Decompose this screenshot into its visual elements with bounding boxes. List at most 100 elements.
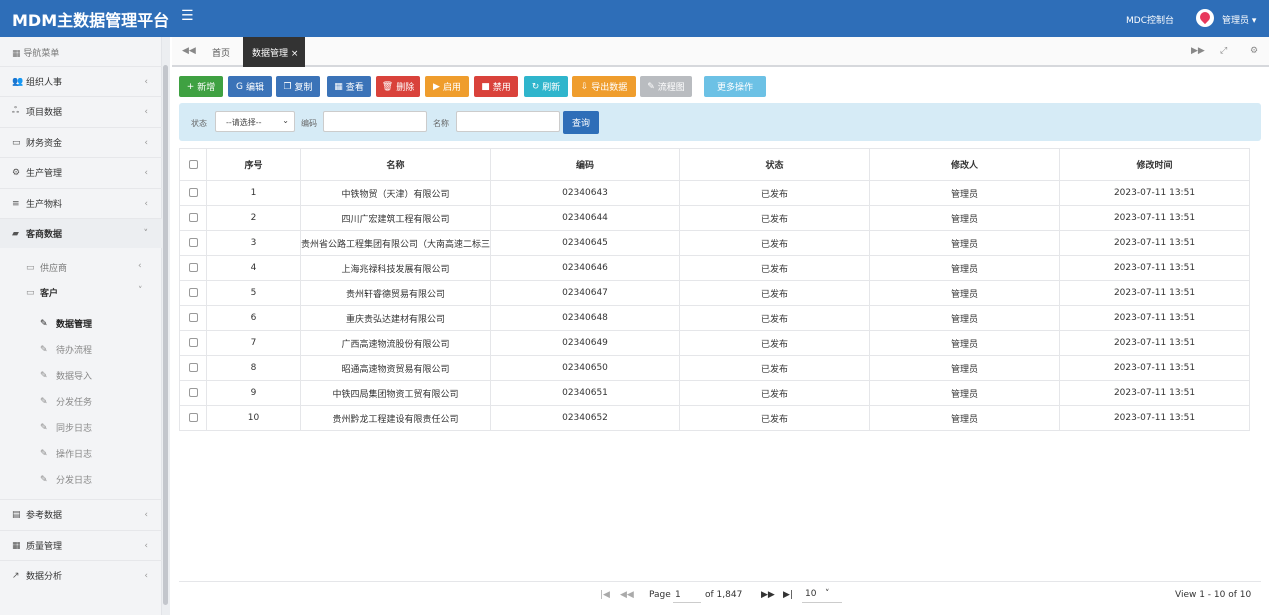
- row-checkbox[interactable]: [179, 330, 207, 356]
- table-row[interactable]: 2 四川广宏建筑工程有限公司 02340644 已发布 管理员 2023-07-11 13…: [179, 205, 1250, 231]
- sidebar-scrollbar[interactable]: [162, 37, 170, 615]
- copy-button[interactable]: ❐ 复制: [276, 76, 320, 97]
- sidebar-leaf-data-import[interactable]: ✎ 数据导入: [40, 369, 92, 383]
- refresh-button[interactable]: ↻ 刷新: [524, 76, 568, 97]
- status-select[interactable]: --请选择-- ⌄: [215, 111, 295, 132]
- table-cell: 管理员: [869, 255, 1060, 281]
- settings-icon[interactable]: ⚙: [1250, 46, 1258, 56]
- sidebar-item-merchant-data[interactable]: ▰ 客商数据 ˅: [0, 218, 162, 248]
- table-cell: 02340643: [490, 180, 680, 206]
- sidebar-leaf-data-management[interactable]: ✎ 数据管理: [40, 317, 92, 331]
- row-checkbox[interactable]: [179, 305, 207, 331]
- sidebar-leaf-dispatch-task[interactable]: ✎ 分发任务: [40, 395, 92, 409]
- column-header[interactable]: 名称: [300, 148, 491, 181]
- name-label: 名称: [433, 119, 449, 128]
- table-row[interactable]: 6 重庆贵弘达建材有限公司 02340648 已发布 管理员 2023-07-11 13:…: [179, 305, 1250, 331]
- checkbox-icon[interactable]: [188, 288, 198, 297]
- table-row[interactable]: 9 中铁四局集团物资工贸有限公司 02340651 已发布 管理员 2023-07-11 …: [179, 380, 1250, 406]
- pagination-bar: |◀ ◀◀ Page of 1,847 ▶▶ ▶| 10 ˅ View 1 - …: [179, 581, 1261, 607]
- checkbox-icon[interactable]: [188, 388, 198, 397]
- query-button[interactable]: 查询: [563, 111, 599, 134]
- row-checkbox[interactable]: [179, 280, 207, 306]
- checkbox-icon[interactable]: [188, 213, 198, 222]
- sidebar-leaf-pending-flow[interactable]: ✎ 待办流程: [40, 343, 92, 357]
- prev-page-icon[interactable]: ◀◀: [620, 590, 634, 600]
- sidebar-item-production-mgmt[interactable]: ⚙ 生产管理 ‹: [0, 157, 162, 187]
- user-avatar-icon[interactable]: [1196, 9, 1214, 27]
- tab-data-management[interactable]: 数据管理 ×: [243, 37, 305, 67]
- menu-toggle-icon[interactable]: ☰: [181, 8, 194, 24]
- column-header[interactable]: 序号: [206, 148, 301, 181]
- flowchart-button[interactable]: ✎ 流程图: [640, 76, 692, 97]
- checkbox-icon[interactable]: [188, 238, 198, 247]
- row-checkbox[interactable]: [179, 180, 207, 206]
- checkbox-icon[interactable]: [188, 159, 198, 169]
- edit-icon: ✎: [40, 370, 48, 381]
- tab-next-icon[interactable]: ▶▶: [1191, 46, 1205, 56]
- more-actions-button[interactable]: 更多操作: [704, 76, 766, 97]
- tab-prev-icon[interactable]: ◀◀: [182, 46, 196, 56]
- column-header[interactable]: 修改时间: [1059, 148, 1250, 181]
- next-page-icon[interactable]: ▶▶: [761, 590, 775, 600]
- column-header[interactable]: 状态: [679, 148, 870, 181]
- table-row[interactable]: 7 广西高速物流股份有限公司 02340649 已发布 管理员 2023-07-11 13…: [179, 330, 1250, 356]
- select-all-checkbox[interactable]: [179, 148, 207, 181]
- view-button[interactable]: ▦ 查看: [327, 76, 371, 97]
- row-checkbox[interactable]: [179, 255, 207, 281]
- sidebar-subitem-customer[interactable]: ▭ 客户: [26, 286, 58, 300]
- sidebar-item-quality[interactable]: ▦ 质量管理 ‹: [0, 530, 162, 560]
- table-row[interactable]: 4 上海兆禄科技发展有限公司 02340646 已发布 管理员 2023-07-11 13…: [179, 255, 1250, 281]
- row-checkbox[interactable]: [179, 355, 207, 381]
- name-input[interactable]: [456, 111, 560, 132]
- delete-button[interactable]: 🗑 删除: [376, 76, 420, 97]
- nav-menu-title: ▦ 导航菜单: [12, 49, 60, 59]
- table-row[interactable]: 3 贵州省公路工程集团有限公司（大南高速二标三 02340645 已发布 管理员 2023…: [179, 230, 1250, 256]
- edit-button[interactable]: G 编辑: [228, 76, 272, 97]
- sidebar-leaf-sync-log[interactable]: ✎ 同步日志: [40, 421, 92, 435]
- code-input[interactable]: [323, 111, 427, 132]
- row-checkbox[interactable]: [179, 380, 207, 406]
- row-checkbox[interactable]: [179, 405, 207, 431]
- chevron-left-icon: ‹: [144, 509, 148, 520]
- table-cell: 9: [206, 380, 301, 406]
- tab-home[interactable]: 首页: [212, 46, 230, 59]
- fullscreen-icon[interactable]: ⤢: [1220, 46, 1227, 56]
- last-page-icon[interactable]: ▶|: [783, 590, 793, 600]
- sidebar-item-production-material[interactable]: ≡ 生产物料 ‹: [0, 188, 162, 218]
- column-header[interactable]: 编码: [490, 148, 680, 181]
- table-cell: 1: [206, 180, 301, 206]
- sidebar-leaf-dispatch-log[interactable]: ✎ 分发日志: [40, 473, 92, 487]
- enable-button[interactable]: ▶ 启用: [425, 76, 469, 97]
- page-number-input[interactable]: [673, 587, 701, 603]
- table-row[interactable]: 5 贵州轩睿德贸易有限公司 02340647 已发布 管理员 2023-07-11 13:…: [179, 280, 1250, 306]
- export-data-button[interactable]: ⇩ 导出数据: [572, 76, 636, 97]
- sidebar-item-reference-data[interactable]: ▤ 参考数据 ‹: [0, 499, 162, 529]
- add-button[interactable]: + 新增: [179, 76, 223, 97]
- disable-button[interactable]: ■ 禁用: [474, 76, 518, 97]
- sidebar-item-analytics[interactable]: ↗ 数据分析 ‹: [0, 560, 162, 590]
- scrollbar-thumb[interactable]: [163, 65, 168, 605]
- sidebar-item-org-hr[interactable]: 👥 组织人事 ‹: [0, 66, 162, 96]
- sidebar-subitem-supplier[interactable]: ▭ 供应商: [26, 261, 67, 275]
- sidebar-item-project-data[interactable]: ஃ 项目数据 ‹: [0, 96, 162, 126]
- checkbox-icon[interactable]: [188, 363, 198, 372]
- download-icon: ⇩: [580, 81, 589, 92]
- table-row[interactable]: 1 中铁物贸（天津）有限公司 02340643 已发布 管理员 2023-07-11 13…: [179, 180, 1250, 206]
- checkbox-icon[interactable]: [188, 263, 198, 272]
- checkbox-icon[interactable]: [188, 338, 198, 347]
- checkbox-icon[interactable]: [188, 313, 198, 322]
- row-checkbox[interactable]: [179, 230, 207, 256]
- user-menu[interactable]: 管理员 ▾: [1222, 13, 1256, 26]
- sidebar-item-finance[interactable]: ▭ 财务资金 ‹: [0, 127, 162, 157]
- page-size-select[interactable]: 10 ˅: [802, 587, 842, 603]
- column-header[interactable]: 修改人: [869, 148, 1060, 181]
- checkbox-icon[interactable]: [188, 413, 198, 422]
- table-row[interactable]: 8 昭通高速物资贸易有限公司 02340650 已发布 管理员 2023-07-11 13…: [179, 355, 1250, 381]
- row-checkbox[interactable]: [179, 205, 207, 231]
- checkbox-icon[interactable]: [188, 188, 198, 197]
- table-row[interactable]: 10 贵州黔龙工程建设有限责任公司 02340652 已发布 管理员 2023-07-11…: [179, 405, 1250, 431]
- sidebar-leaf-operation-log[interactable]: ✎ 操作日志: [40, 447, 92, 461]
- first-page-icon[interactable]: |◀: [600, 590, 610, 600]
- users-icon: 👥: [12, 76, 24, 87]
- mdc-console-link[interactable]: MDC控制台: [1126, 13, 1174, 26]
